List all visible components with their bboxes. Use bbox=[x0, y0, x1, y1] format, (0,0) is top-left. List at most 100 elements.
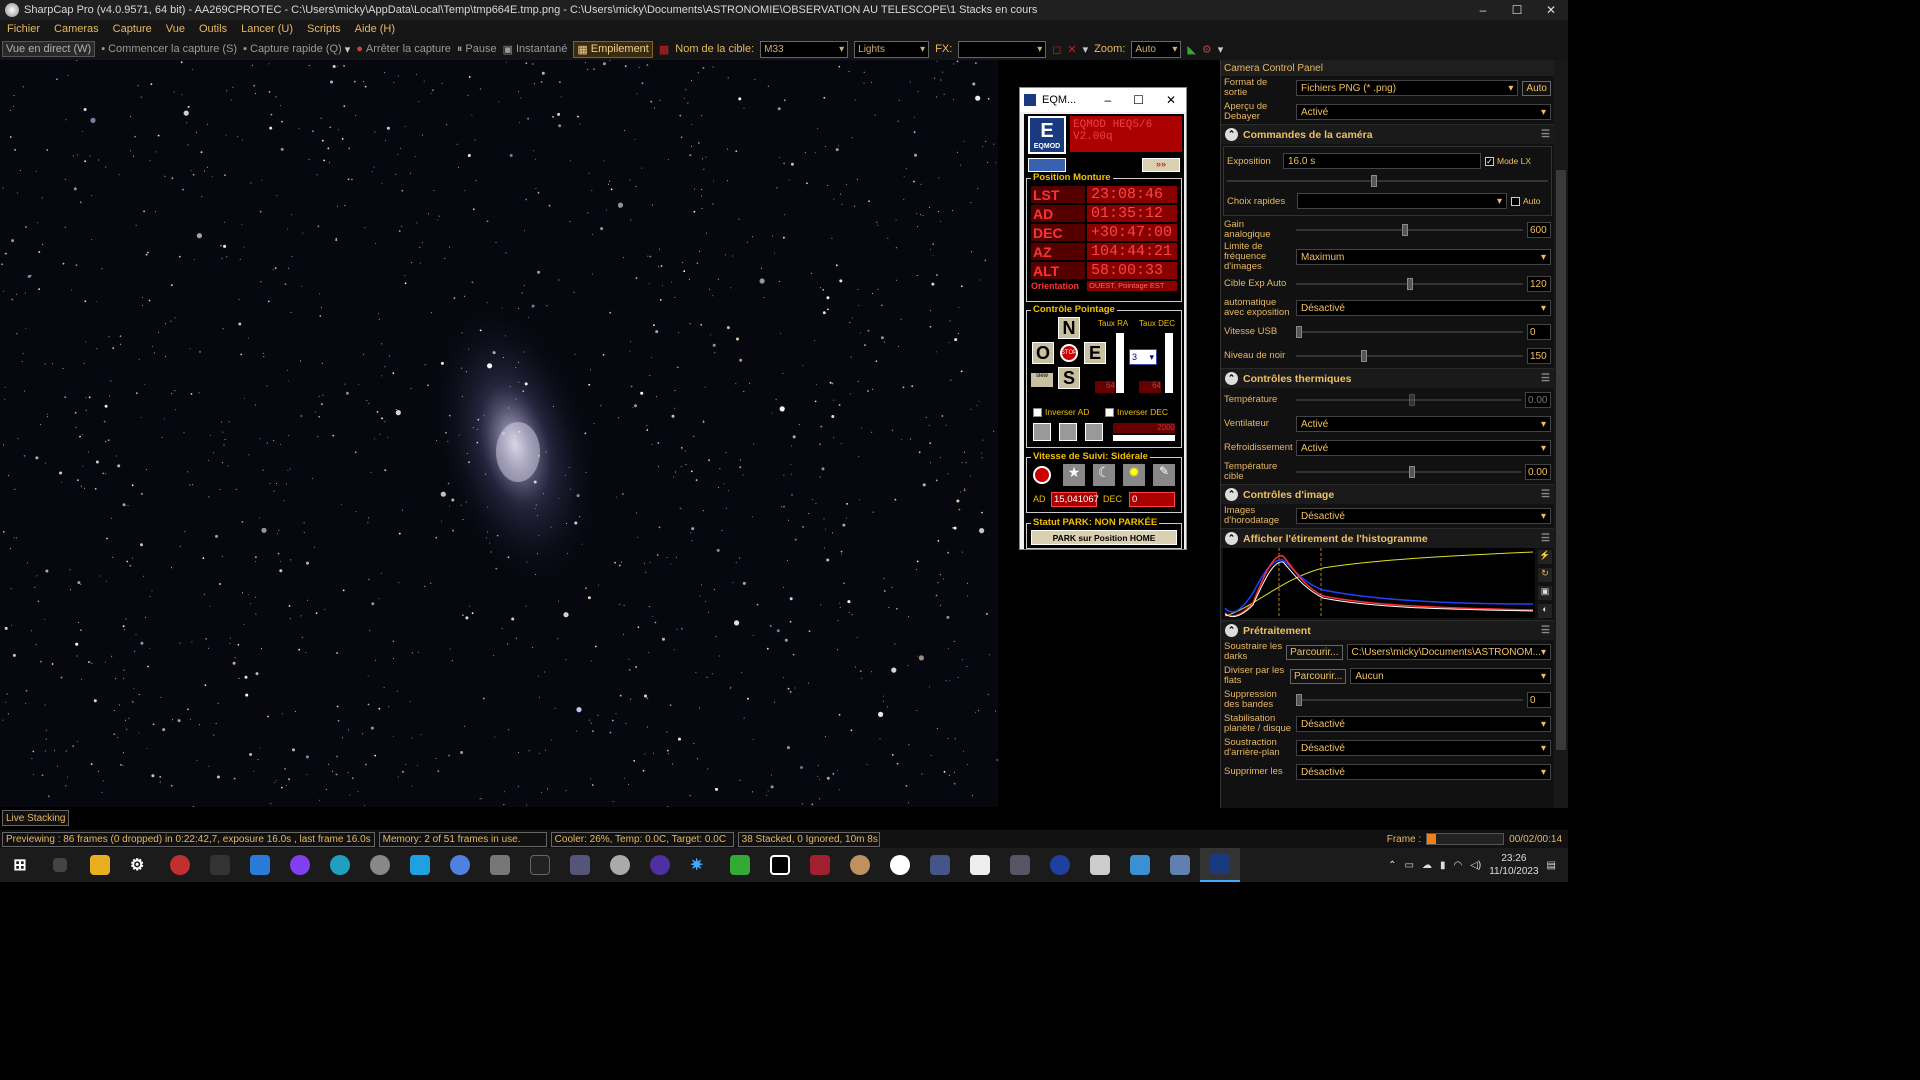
sidereal-star-icon[interactable]: ★ bbox=[1063, 464, 1085, 486]
timestamp-dropdown[interactable]: Désactivé ▾ bbox=[1296, 508, 1551, 524]
contrast-icon[interactable]: ◐ bbox=[1538, 604, 1552, 618]
darks-browse-button[interactable]: Parcourir... bbox=[1286, 644, 1343, 660]
app-icon-nasa[interactable] bbox=[1040, 848, 1080, 882]
app-icon-landscape[interactable] bbox=[560, 848, 600, 882]
ra-rate-slider[interactable] bbox=[1116, 333, 1124, 393]
menu-outils[interactable]: Outils bbox=[192, 23, 234, 35]
slew-speed-slider[interactable] bbox=[1113, 435, 1175, 441]
section-menu-icon[interactable]: ☰ bbox=[1541, 533, 1550, 544]
network-icon[interactable]: ▭ bbox=[1405, 860, 1414, 871]
gain-slider-thumb[interactable] bbox=[1401, 224, 1408, 236]
custom-rate-icon[interactable]: ✎ bbox=[1153, 464, 1175, 486]
pad-icon[interactable] bbox=[1085, 423, 1103, 441]
fan-dropdown[interactable]: Activé ▾ bbox=[1296, 416, 1551, 432]
app-icon-tools[interactable] bbox=[920, 848, 960, 882]
lunar-moon-icon[interactable]: ☾ bbox=[1093, 464, 1115, 486]
invert-dec-checkbox[interactable]: Inverser DEC bbox=[1105, 407, 1168, 417]
menu-vue[interactable]: Vue bbox=[159, 23, 192, 35]
dec-rate-slider[interactable] bbox=[1165, 333, 1173, 393]
invert-ad-checkbox[interactable]: Inverser AD bbox=[1033, 407, 1089, 417]
target-temp-slider[interactable] bbox=[1296, 464, 1521, 480]
lightning-icon[interactable]: ⚡ bbox=[1538, 550, 1552, 564]
flats-browse-button[interactable]: Parcourir... bbox=[1290, 668, 1347, 684]
menu-cameras[interactable]: Cameras bbox=[47, 23, 106, 35]
minimize-button[interactable]: – bbox=[1466, 3, 1500, 17]
frame-rate-dropdown[interactable]: Maximum ▾ bbox=[1296, 249, 1551, 265]
tracking-stop-icon[interactable] bbox=[1033, 466, 1051, 484]
auto-exp-target-thumb[interactable] bbox=[1406, 278, 1413, 290]
quick-capture-button[interactable]: ▪ Capture rapide (Q) ▾ bbox=[243, 43, 350, 56]
zoom-dropdown[interactable]: Auto ▾ bbox=[1131, 40, 1182, 58]
maximize-button[interactable]: ☐ bbox=[1500, 3, 1534, 17]
bg-subtraction-dropdown[interactable]: Désactivé ▾ bbox=[1296, 740, 1551, 756]
snapshot-button[interactable]: ▣ Instantané bbox=[503, 43, 568, 56]
chevron-up-icon[interactable]: ⌃ bbox=[1388, 860, 1396, 871]
app-icon-gray[interactable] bbox=[480, 848, 520, 882]
wifi-icon[interactable]: ◠ bbox=[1453, 860, 1462, 871]
black-level-slider[interactable] bbox=[1296, 348, 1523, 364]
task-view-icon[interactable] bbox=[40, 848, 80, 882]
app-icon-grid[interactable] bbox=[720, 848, 760, 882]
stop-button[interactable]: STOP bbox=[1060, 344, 1078, 362]
app-icon-v[interactable] bbox=[440, 848, 480, 882]
chevron-down-icon[interactable]: ▾ bbox=[1083, 43, 1089, 56]
clock[interactable]: 23:26 11/10/2023 bbox=[1489, 852, 1538, 878]
auto-with-exp-dropdown[interactable]: Désactivé ▾ bbox=[1296, 300, 1551, 316]
save-icon[interactable]: ▣ bbox=[1538, 586, 1552, 600]
west-button[interactable]: O bbox=[1032, 342, 1054, 364]
image-section-header[interactable]: ⌃ Contrôles d'image ☰ bbox=[1221, 484, 1554, 504]
menu-lancer[interactable]: Lancer (U) bbox=[234, 23, 300, 35]
eqmod-window[interactable]: EQM... – ☐ ✕ E EQMOD EQMOD HEQ5/6 V2.00q »» … bbox=[1019, 87, 1187, 550]
eqmod-minimize-button[interactable]: – bbox=[1104, 93, 1111, 107]
settings-icon[interactable]: ⚙ bbox=[120, 848, 160, 882]
image-viewer[interactable] bbox=[0, 60, 998, 807]
lx-mode-checkbox[interactable]: ✓ Mode LX bbox=[1485, 156, 1531, 166]
stop-capture-button[interactable]: ● Arrêter la capture bbox=[356, 43, 451, 55]
north-button[interactable]: N bbox=[1058, 317, 1080, 339]
usb-speed-slider[interactable] bbox=[1296, 324, 1523, 340]
live-stacking-tab[interactable]: Live Stacking bbox=[2, 810, 70, 826]
banding-value[interactable]: 0 bbox=[1527, 692, 1551, 708]
app-icon-comet[interactable] bbox=[800, 848, 840, 882]
app-icon-camera[interactable] bbox=[1080, 848, 1120, 882]
edge-icon[interactable] bbox=[320, 848, 360, 882]
histogram-graph[interactable] bbox=[1223, 548, 1535, 618]
pause-button[interactable]: ⏸ Pause bbox=[457, 43, 497, 56]
app-icon-blue[interactable] bbox=[400, 848, 440, 882]
park-home-button[interactable]: PARK sur Position HOME bbox=[1031, 530, 1177, 545]
target-temp-value[interactable]: 0.00 bbox=[1525, 464, 1551, 480]
darks-dropdown[interactable]: C:\Users\micky\Documents\ASTRONOM... ▾ bbox=[1346, 644, 1551, 660]
section-menu-icon[interactable]: ☰ bbox=[1541, 373, 1550, 384]
app-icon-dark[interactable] bbox=[520, 848, 560, 882]
file-explorer-icon[interactable] bbox=[80, 848, 120, 882]
app-icon-cube[interactable] bbox=[1160, 848, 1200, 882]
messenger-icon[interactable] bbox=[280, 848, 320, 882]
histogram-section-header[interactable]: ⌃ Afficher l'étirement de l'histogramme ☰ bbox=[1221, 528, 1554, 548]
app-icon-star2[interactable] bbox=[1000, 848, 1040, 882]
gain-value[interactable]: 600 bbox=[1527, 222, 1551, 238]
app-icon-red[interactable] bbox=[160, 848, 200, 882]
solar-sun-icon[interactable]: ✹ bbox=[1123, 464, 1145, 486]
app-icon-galaxy[interactable] bbox=[640, 848, 680, 882]
app-icon-jupiter[interactable] bbox=[840, 848, 880, 882]
settings-icon[interactable]: ⚙ bbox=[1202, 43, 1212, 56]
histogram-area[interactable]: ⚡ ↻ ▣ ◐ bbox=[1223, 548, 1552, 620]
auto-exp-target-slider[interactable] bbox=[1296, 276, 1523, 292]
cloud-icon[interactable]: ☁ bbox=[1422, 860, 1432, 871]
grid-icon[interactable] bbox=[1059, 423, 1077, 441]
eqmod-taskbar-icon[interactable] bbox=[1200, 848, 1240, 882]
notification-icon[interactable]: ▤ bbox=[1547, 860, 1556, 871]
usb-speed-value[interactable]: 0 bbox=[1527, 324, 1551, 340]
quick-choice-dropdown[interactable]: ▾ bbox=[1297, 193, 1507, 209]
thermal-section-header[interactable]: ⌃ Contrôles thermiques ☰ bbox=[1221, 368, 1554, 388]
chevron-down-icon[interactable]: ▾ bbox=[1218, 43, 1224, 56]
start-capture-button[interactable]: ▪ Commencer la capture (S) bbox=[101, 43, 237, 55]
frame-type-dropdown[interactable]: Lights ▾ bbox=[854, 40, 930, 58]
panel-scrollbar-thumb[interactable] bbox=[1556, 170, 1566, 750]
crosshair-icon[interactable]: ✕ bbox=[1067, 43, 1076, 56]
mail-icon[interactable] bbox=[240, 848, 280, 882]
section-menu-icon[interactable]: ☰ bbox=[1541, 489, 1550, 500]
volume-icon[interactable]: ◁) bbox=[1470, 860, 1481, 871]
start-button[interactable]: ⊞ bbox=[0, 848, 40, 882]
usb-speed-thumb[interactable] bbox=[1296, 326, 1302, 338]
